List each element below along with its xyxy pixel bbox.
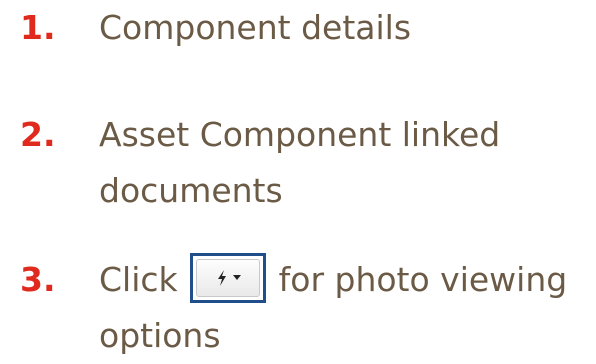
photo-options-button-face[interactable] (196, 258, 261, 297)
step-text-before: Click (99, 260, 178, 299)
step-number: 3. (20, 260, 56, 299)
caret-down-icon (233, 275, 242, 280)
step-text: Component details (99, 8, 412, 47)
bolt-icon (218, 269, 227, 286)
photo-options-button[interactable] (190, 252, 267, 303)
step-text: Click for photo viewing options (99, 252, 579, 364)
step-number: 1. (20, 8, 56, 47)
step-text: Asset Component linked documents (99, 115, 501, 210)
step-number: 2. (20, 115, 56, 154)
